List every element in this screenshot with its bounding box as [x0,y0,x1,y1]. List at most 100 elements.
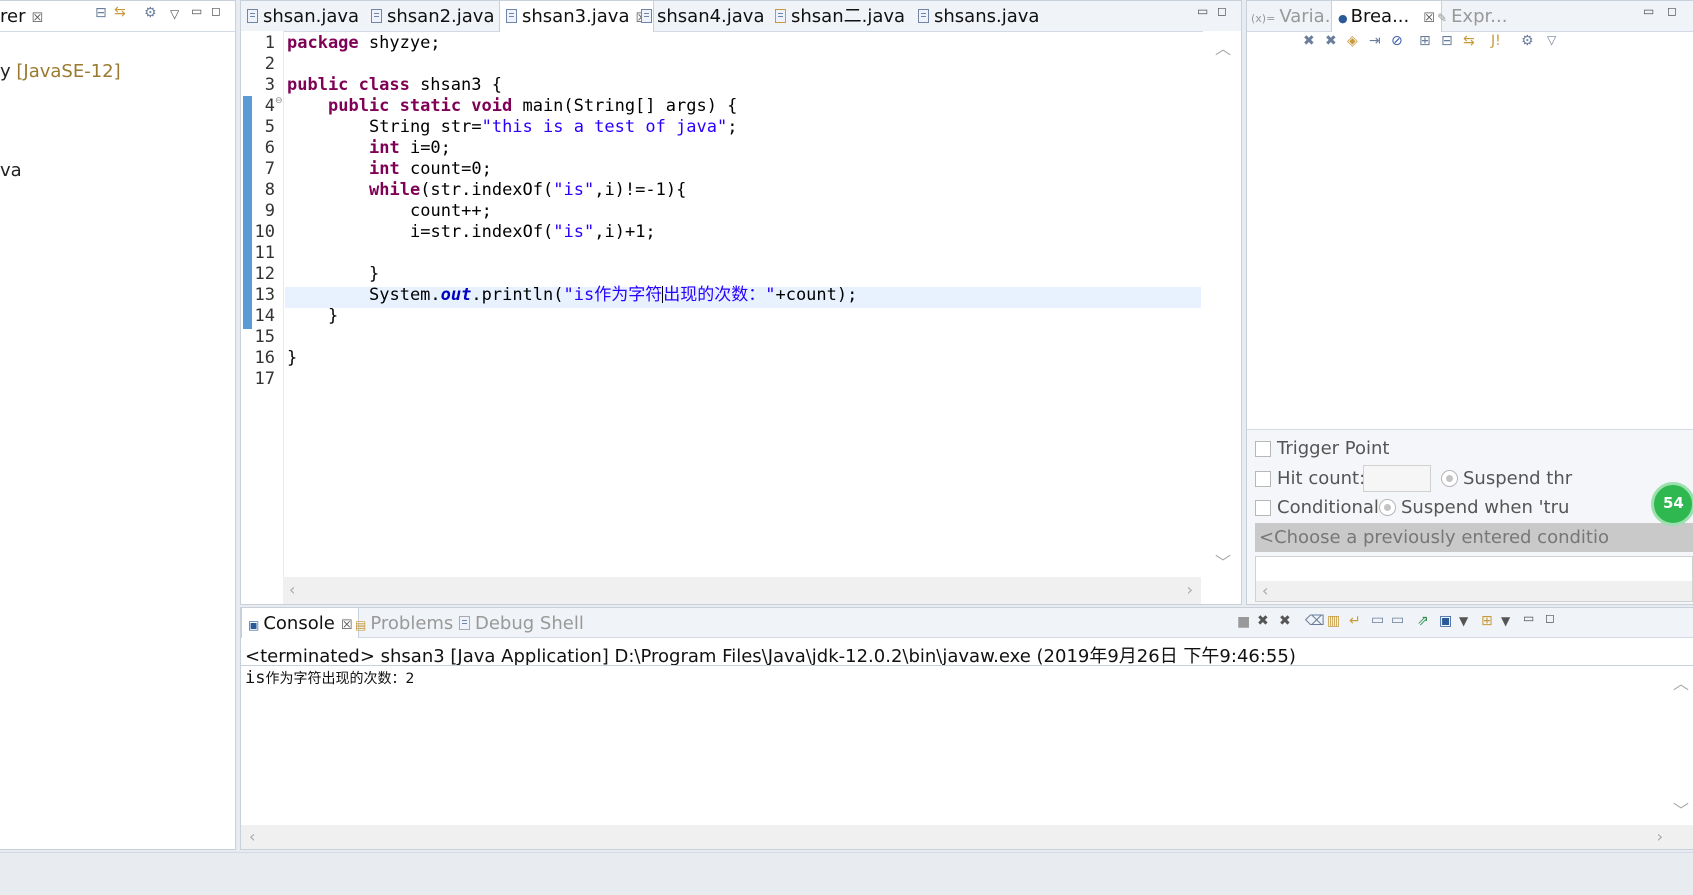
maximize-icon[interactable]: ◻ [211,4,221,18]
tab-problems[interactable]: ▤ Problems [355,608,453,638]
tree-item-label: va [0,160,22,181]
link-icon[interactable]: ⇆ [1463,33,1475,49]
scroll-left-icon[interactable]: ‹ [289,580,295,599]
filter-icon[interactable]: ⚙ [1521,33,1534,49]
suspend-when-true-radio[interactable] [1379,499,1396,516]
collapse-all-icon[interactable]: ⊟ [1441,33,1453,49]
breakpoints-panel: (x)= Varia... ● Brea... ☒ ✎ Expr... ▭ ◻ ✖ ✖ … [1246,0,1693,605]
display-console-icon[interactable]: ▣ [1439,613,1452,629]
package-explorer-panel: rer ☒ ⊟ ⇆ ⚙ ▽ ▭ ◻ y [JavaSE-12] va [0,0,236,850]
dropdown-icon[interactable]: ▼ [1459,614,1468,628]
close-icon[interactable]: ☒ [341,618,353,633]
tab-debug-shell[interactable]: Debug Shell [459,608,584,638]
console-horizontal-scrollbar[interactable]: ‹ › [241,825,1693,849]
remove-all-launches-icon[interactable]: ✖ [1279,613,1291,629]
hit-count-checkbox[interactable] [1255,471,1271,487]
editor-tab-active[interactable]: shsan3.java☒ [499,1,655,32]
editor-panel: shsan.java shsan2.java shsan3.java☒ shsa… [240,0,1242,605]
maximize-icon[interactable]: ◻ [1545,611,1555,625]
editor-vertical-scrollbar[interactable]: ︿ ﹀ [1203,31,1241,577]
fold-icon[interactable]: ⊖ [275,96,283,106]
breakpoint-list[interactable] [1247,59,1693,427]
remove-launch-icon[interactable]: ✖ [1257,613,1269,629]
scroll-up-icon[interactable]: ︿ [1673,670,1689,694]
line-number: 11 [254,243,275,263]
code-area[interactable]: 1 package shyzye; 2 3 public class shsan3 … [241,31,1201,577]
view-menu-icon[interactable]: ▽ [1547,33,1556,47]
scroll-right-icon[interactable]: › [1187,580,1193,599]
pin-console-icon[interactable]: ⇗ [1417,613,1429,629]
open-console-icon[interactable]: ⊞ [1481,613,1493,629]
collapse-all-icon[interactable]: ⊟ [95,5,107,21]
filter-icon[interactable]: ⚙ [144,5,157,21]
line-number: 4 [264,96,275,116]
suspend-thread-radio[interactable] [1441,470,1458,487]
close-icon[interactable]: ☒ [1423,11,1435,26]
hit-count-input[interactable] [1363,465,1431,492]
show-breakpoints-icon[interactable]: ◈ [1347,33,1358,49]
maximize-icon[interactable]: ◻ [1667,4,1677,18]
show-on-output-icon[interactable]: ▭ [1371,612,1384,628]
scroll-left-icon[interactable]: ‹ [1262,581,1268,600]
maximize-icon[interactable]: ◻ [1217,4,1227,18]
keyword: while [369,180,421,200]
editor-horizontal-scrollbar[interactable]: ‹ › [283,577,1201,604]
line-number: 5 [264,117,275,137]
scroll-down-icon[interactable]: ﹀ [1215,549,1231,573]
condition-editor[interactable]: ‹ [1255,556,1693,602]
word-wrap-icon[interactable]: ↵ [1349,613,1361,629]
skip-all-icon[interactable]: ⊘ [1391,33,1403,49]
scroll-up-icon[interactable]: ︿ [1215,35,1231,59]
status-bar [0,852,1693,895]
tab-console[interactable]: ▣ Console ☒ [241,608,360,638]
editor-tab[interactable]: shsan2.java [371,1,495,31]
variables-icon: (x)= [1251,12,1276,25]
condition-editor-scrollbar[interactable]: ‹ [1256,581,1692,601]
minimize-icon[interactable]: ▭ [1523,611,1534,625]
tab-label: shsans.java [934,6,1040,27]
code-line: } [287,264,379,285]
editor-tab[interactable]: shsan.java [247,1,359,31]
remove-icon[interactable]: ✖ [1303,33,1315,49]
scroll-right-icon[interactable]: › [1657,827,1663,846]
console-output-prefix: is [245,668,266,688]
code-text: shyzye; [358,33,441,53]
tab-variables[interactable]: (x)= Varia... [1251,1,1342,31]
remove-all-icon[interactable]: ✖ [1325,33,1337,49]
minimize-icon[interactable]: ▭ [1197,4,1208,18]
minimize-icon[interactable]: ▭ [1643,4,1654,18]
tree-item-file[interactable]: va [0,160,22,181]
tab-breakpoints[interactable]: ● Brea... ☒ [1331,1,1442,32]
minimize-icon[interactable]: ▭ [191,4,202,18]
expand-all-icon[interactable]: ⊞ [1419,33,1431,49]
line-number: 1 [264,33,275,53]
scroll-down-icon[interactable]: ﹀ [1673,797,1689,821]
package-explorer-tab[interactable]: rer ☒ [0,1,43,31]
tab-label: Debug Shell [475,613,584,634]
tab-expressions[interactable]: ✎ Expr... [1437,1,1507,31]
trigger-point-checkbox[interactable] [1255,441,1271,457]
notification-badge[interactable]: 54 [1651,482,1693,526]
condition-history-select[interactable]: <Choose a previously entered conditio [1255,523,1693,552]
tab-label: Console [263,613,335,634]
console-vertical-scrollbar[interactable]: ︿ ﹀ [1669,666,1693,825]
editor-tab[interactable]: shsan4.java [641,1,765,31]
java-exception-icon[interactable]: J! [1491,33,1501,49]
clear-console-icon[interactable]: ⌫ [1305,613,1325,629]
keyword: public class [287,75,410,95]
console-output[interactable]: is作为字符出现的次数：2 [245,668,414,688]
dropdown-icon[interactable]: ▼ [1501,614,1510,628]
conditional-checkbox[interactable] [1255,500,1271,516]
close-icon[interactable]: ☒ [31,11,43,26]
scroll-lock-icon[interactable]: ▥ [1327,613,1340,629]
view-menu-icon[interactable]: ▽ [170,7,179,21]
scroll-left-icon[interactable]: ‹ [249,827,255,846]
editor-tab[interactable]: shsans.java [918,1,1039,31]
link-with-editor-icon[interactable]: ⇆ [114,4,126,20]
tree-item-project[interactable]: y [JavaSE-12] [0,61,121,82]
terminate-icon[interactable]: ■ [1237,614,1250,630]
string-literal: 出现的次数：" [663,285,776,305]
go-to-file-icon[interactable]: ⇥ [1369,33,1381,49]
show-on-error-icon[interactable]: ▭ [1391,612,1404,628]
editor-tab[interactable]: shsan二.java [775,1,905,31]
